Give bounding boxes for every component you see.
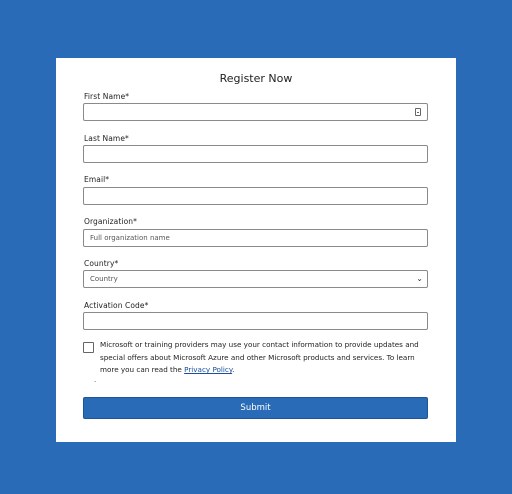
submit-button[interactable]: Submit — [83, 397, 428, 419]
activation-code-label: Activation Code* — [84, 301, 149, 310]
first-name-label: First Name* — [84, 92, 130, 101]
registration-card: Register Now First Name* Last Name* Emai… — [56, 58, 456, 442]
last-name-label: Last Name* — [84, 134, 129, 143]
consent-text: Microsoft or training providers may use … — [100, 339, 430, 377]
privacy-policy-link[interactable]: Privacy Policy — [184, 365, 232, 374]
consent-period: . — [232, 365, 235, 374]
activation-code-field[interactable] — [83, 312, 428, 330]
country-label: Country* — [84, 259, 119, 268]
email-label: Email* — [84, 175, 110, 184]
stray-dot: . — [94, 376, 97, 384]
first-name-field[interactable] — [83, 103, 428, 121]
consent-body: Microsoft or training providers may use … — [100, 340, 419, 374]
autofill-contact-icon[interactable] — [415, 108, 421, 116]
consent-checkbox[interactable] — [83, 342, 94, 353]
email-field[interactable] — [83, 187, 428, 205]
organization-field[interactable]: Full organization name — [83, 229, 428, 247]
chevron-down-icon[interactable]: ⌄ — [416, 271, 423, 287]
country-select[interactable]: Country ⌄ — [83, 270, 428, 288]
last-name-field[interactable] — [83, 145, 428, 163]
country-selected-value: Country — [90, 275, 118, 283]
organization-label: Organization* — [84, 217, 137, 226]
form-title: Register Now — [219, 72, 293, 85]
organization-placeholder: Full organization name — [90, 234, 170, 242]
